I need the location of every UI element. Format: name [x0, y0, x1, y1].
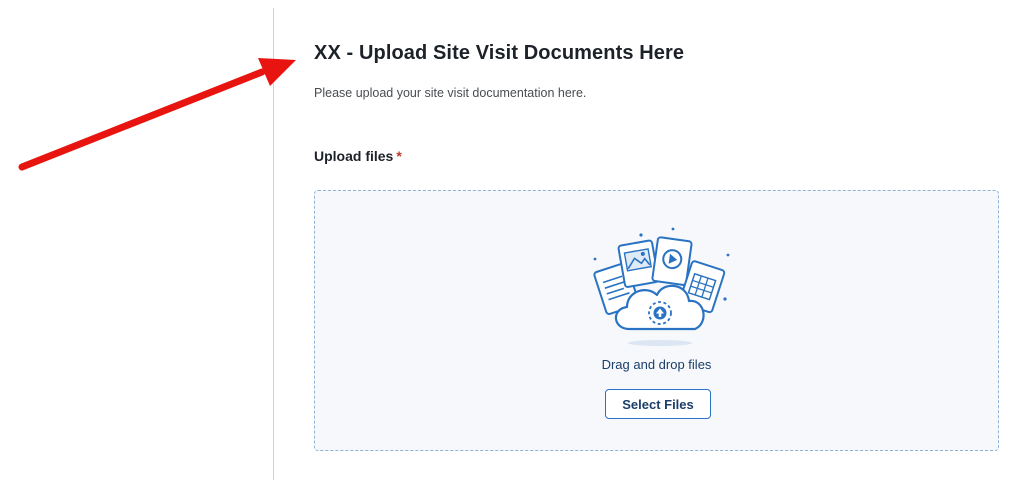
page-description: Please upload your site visit documentat… [314, 86, 587, 100]
select-files-button[interactable]: Select Files [605, 389, 711, 419]
upload-files-label: Upload files * [314, 148, 402, 164]
upload-files-label-text: Upload files [314, 148, 394, 164]
cloud-upload-documents-icon [593, 227, 730, 346]
page-title: XX - Upload Site Visit Documents Here [314, 42, 685, 64]
file-dropzone[interactable]: Drag and drop files Select Files [314, 190, 999, 451]
required-marker: * [396, 148, 402, 164]
left-divider [273, 8, 274, 480]
drag-and-drop-text: Drag and drop files [601, 357, 712, 372]
red-arrow-annotation-icon [18, 58, 296, 171]
